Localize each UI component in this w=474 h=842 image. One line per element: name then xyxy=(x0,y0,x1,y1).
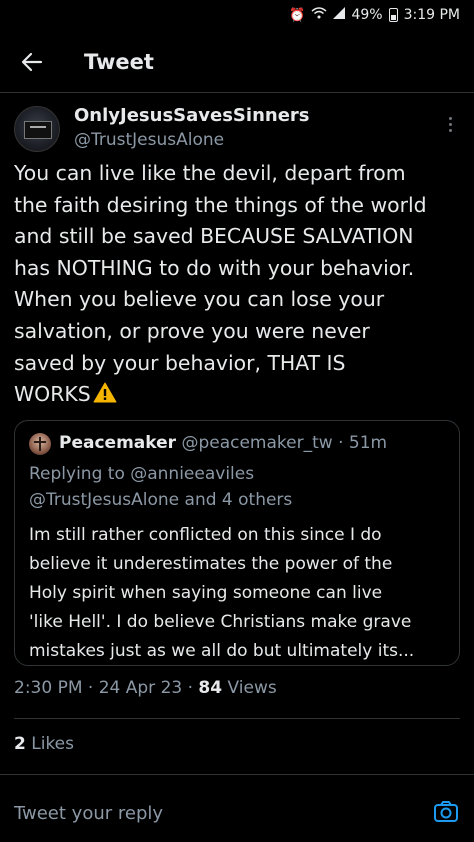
dot-separator: · xyxy=(338,433,344,453)
quoted-tweet-header: Peacemaker @peacemaker_tw · 51m xyxy=(59,433,387,453)
page-title: Tweet xyxy=(84,50,154,74)
quoted-text-line: mistakes just as we all do but ultimatel… xyxy=(29,641,415,661)
tweet-text-line: salvation, or prove you were never xyxy=(14,318,370,343)
warning-sign-icon xyxy=(93,382,117,403)
tweet-text-line: the faith desiring the things of the wor… xyxy=(14,192,427,217)
likes-count: 2 xyxy=(14,734,26,754)
reply-input[interactable] xyxy=(14,798,394,828)
tweet-text-line-last: WORKS xyxy=(14,379,464,411)
quoted-text-line: 'like Hell'. I do believe Christians mak… xyxy=(29,612,412,632)
tweet-text: You can live like the devil, depart from… xyxy=(14,158,464,411)
quoted-tweet-text: Im still rather conflicted on this since… xyxy=(29,521,449,666)
tweet-text-line: has NOTHING to do with your behavior. xyxy=(14,255,415,280)
replying-to-line: Replying to @annieeaviles xyxy=(29,464,255,484)
signal-icon xyxy=(333,7,346,23)
tweet-text-line: and still be saved BECAUSE SALVATION xyxy=(14,224,414,249)
tweet-time: 2:30 PM xyxy=(14,678,83,698)
tweet-text-line: When you believe you can lose your xyxy=(14,287,385,312)
author-display-name[interactable]: OnlyJesusSavesSinners xyxy=(74,105,310,126)
author-avatar[interactable] xyxy=(14,106,60,152)
divider xyxy=(14,718,460,719)
quoted-author-handle: @peacemaker_tw xyxy=(181,433,333,453)
top-app-bar: Tweet xyxy=(0,38,474,86)
quoted-author-avatar xyxy=(29,433,51,455)
quoted-text-line: believe it underestimates the power of t… xyxy=(29,554,393,574)
replying-to-line: @TrustJesusAlone and 4 others xyxy=(29,490,293,510)
camera-button[interactable] xyxy=(432,798,460,826)
clock: 3:19 PM xyxy=(403,7,460,23)
tweet-date: 24 Apr 23 xyxy=(98,678,183,698)
views-label: Views xyxy=(227,678,277,698)
battery-percent: 49% xyxy=(351,7,383,23)
tweet-metadata: 2:30 PM · 24 Apr 23 · 84 Views xyxy=(14,678,277,698)
arrow-left-icon xyxy=(21,52,43,72)
back-button[interactable] xyxy=(0,38,64,86)
quoted-tweet-age: 51m xyxy=(348,433,388,453)
more-vertical-icon xyxy=(448,116,452,120)
dot-separator: · xyxy=(187,678,199,698)
status-bar: ⏰ 49% 3:19 PM xyxy=(0,0,474,30)
reply-bar xyxy=(0,790,474,834)
views-count[interactable]: 84 xyxy=(198,678,222,698)
tweet-text-line: saved by your behavior, THAT IS xyxy=(14,350,346,375)
replying-to: Replying to @annieeaviles @TrustJesusAlo… xyxy=(29,461,292,513)
wifi-icon xyxy=(311,7,327,23)
header-divider xyxy=(0,92,474,93)
tweet-text-line: You can live like the devil, depart from xyxy=(14,161,406,185)
quoted-tweet-card[interactable]: Peacemaker @peacemaker_tw · 51m Replying… xyxy=(14,420,460,666)
more-options-button[interactable] xyxy=(440,112,460,136)
dot-separator: · xyxy=(87,678,99,698)
likes-label: Likes xyxy=(31,734,74,754)
tweet-text-last-words: WORKS xyxy=(14,382,91,407)
battery-icon xyxy=(388,8,398,22)
divider xyxy=(0,774,474,775)
camera-icon xyxy=(434,801,458,822)
alarm-icon: ⏰ xyxy=(289,7,306,23)
quoted-author-name: Peacemaker xyxy=(59,433,177,453)
likes-row[interactable]: 2 Likes xyxy=(14,734,74,754)
quoted-text-line: Holy spirit when saying someone can live xyxy=(29,583,383,603)
author-handle[interactable]: @TrustJesusAlone xyxy=(74,130,224,150)
quoted-text-line: Im still rather conflicted on this since… xyxy=(29,525,382,545)
